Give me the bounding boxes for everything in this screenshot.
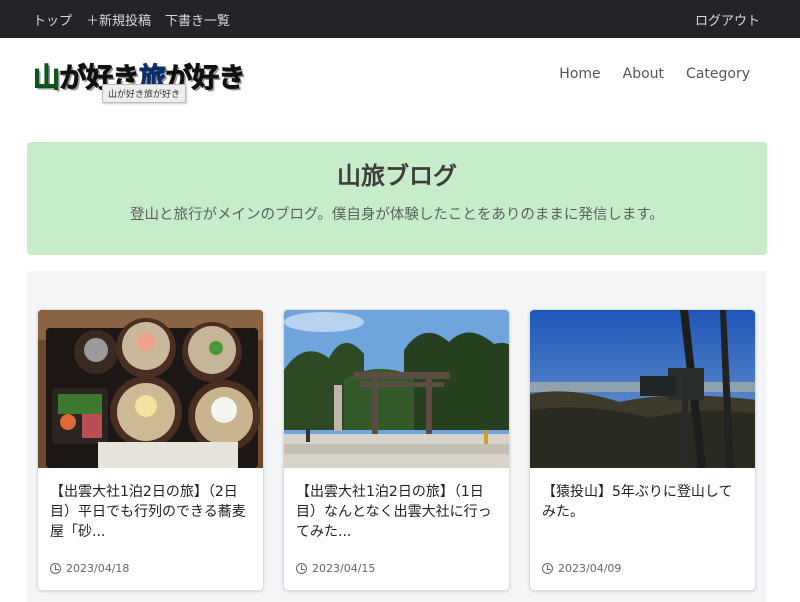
post-meta: 2023/04/15 [296,562,375,575]
post-date: 2023/04/18 [66,562,130,575]
post-card[interactable]: 【出雲大社1泊2日の旅】（1日目）なんとなく出雲大社に行ってみた... 2023… [283,309,510,591]
clock-icon [296,563,307,574]
hero-banner: 山旅ブログ 登山と旅行がメインのブログ。僕自身が体験したことをありのままに発信し… [27,142,767,255]
torii-gate-photo [284,310,509,468]
logo-tooltip: 山が好き旅が好き [102,84,187,103]
admin-link-top[interactable]: トップ [33,10,72,29]
admin-bar-right: ログアウト [695,10,780,29]
post-title[interactable]: 【出雲大社1泊2日の旅】（2日目）平日でも行列のできる蕎麦屋「砂... [38,468,263,546]
admin-link-drafts[interactable]: 下書き一覧 [165,10,230,29]
post-title[interactable]: 【出雲大社1泊2日の旅】（1日目）なんとなく出雲大社に行ってみた... [284,468,509,546]
admin-bar: トップ ＋新規投稿 下書き一覧 ログアウト [0,0,800,38]
post-date: 2023/04/09 [558,562,622,575]
post-meta: 2023/04/09 [542,562,621,575]
main-nav: Home About Category [559,66,750,82]
post-meta: 2023/04/18 [50,562,129,575]
site-header: 山が好き旅が好き 山が好き旅が好き Home About Category [0,38,800,120]
clock-icon [50,563,61,574]
logout-link[interactable]: ログアウト [695,14,760,29]
logo-char-mountain: 山 [33,62,61,94]
blog-title: 山旅ブログ [337,162,457,190]
nav-about[interactable]: About [623,66,664,82]
post-card[interactable]: 【猿投山】5年ぶりに登山してみた。 2023/04/09 [529,309,756,591]
post-title[interactable]: 【猿投山】5年ぶりに登山してみた。 [530,468,755,546]
nav-category[interactable]: Category [686,66,750,82]
clock-icon [542,563,553,574]
nav-home[interactable]: Home [559,66,600,82]
mountain-sign-photo [530,310,755,468]
soba-tray-photo [38,310,263,468]
admin-bar-links: トップ ＋新規投稿 下書き一覧 [33,10,230,29]
post-list: 【出雲大社1泊2日の旅】（2日目）平日でも行列のできる蕎麦屋「砂... 2023… [27,271,767,602]
blog-description: 登山と旅行がメインのブログ。僕自身が体験したことをありのままに発信します。 [130,207,664,223]
post-date: 2023/04/15 [312,562,376,575]
admin-link-new-post[interactable]: ＋新規投稿 [86,10,151,29]
post-card[interactable]: 【出雲大社1泊2日の旅】（2日目）平日でも行列のできる蕎麦屋「砂... 2023… [37,309,264,591]
